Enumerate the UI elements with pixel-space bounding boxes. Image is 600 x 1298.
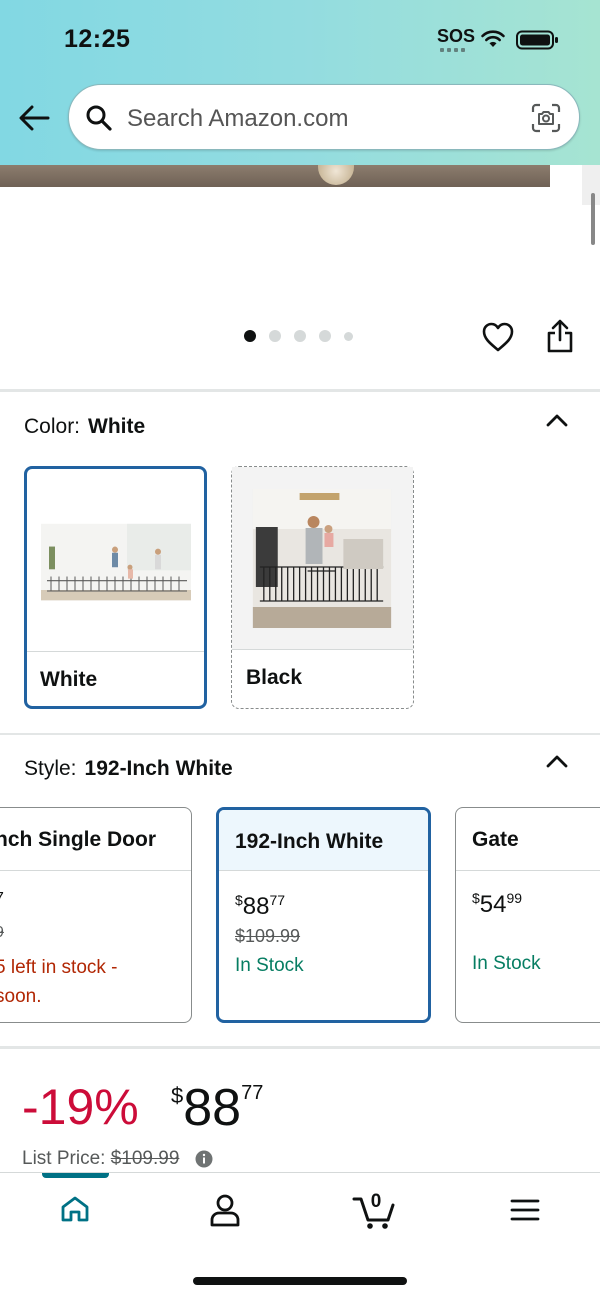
- swatch-label-white: White: [40, 668, 98, 691]
- style-option-header: Gate: [456, 808, 600, 871]
- nav-active-indicator: [42, 1173, 109, 1178]
- cart-button[interactable]: 0: [352, 1189, 398, 1236]
- color-swatch-black[interactable]: Black: [231, 466, 414, 709]
- style-option-list-price: 9: [0, 924, 4, 942]
- swatch-image-black: [232, 467, 413, 649]
- color-row-title: Color: White: [24, 415, 145, 439]
- discount-percent: -19%: [22, 1079, 139, 1135]
- style-option-stock: In Stock: [235, 955, 304, 976]
- carousel-dot[interactable]: [319, 330, 331, 342]
- style-row-title: Style: 192-Inch White: [24, 757, 233, 781]
- status-time: 12:25: [64, 25, 131, 53]
- product-image-bottom-edge[interactable]: [0, 165, 550, 187]
- style-option-price: 7: [0, 890, 4, 908]
- style-option-stock: 5 left in stock - soon.: [0, 953, 118, 1011]
- style-label: Style:: [24, 757, 77, 780]
- swatch-divider: [27, 651, 204, 652]
- style-option-header: 192-Inch White: [219, 810, 428, 871]
- chevron-up-icon[interactable]: [545, 412, 569, 428]
- carousel-dot[interactable]: [294, 330, 306, 342]
- battery-icon: [516, 30, 558, 50]
- deal-price: $8877: [171, 1079, 264, 1137]
- style-selected-value: 192-Inch White: [84, 757, 233, 780]
- scrollbar-thumb[interactable]: [591, 193, 595, 245]
- stock-line-2: soon.: [0, 986, 42, 1007]
- list-price-value: $109.99: [110, 1148, 180, 1169]
- color-selected-value: White: [88, 415, 146, 438]
- status-sos: SOS: [437, 26, 476, 46]
- search-bar[interactable]: Search Amazon.com: [68, 84, 580, 150]
- style-option-stock: In Stock: [472, 953, 541, 974]
- back-arrow-icon[interactable]: [18, 104, 50, 132]
- list-price-label: List Price:: [22, 1148, 106, 1169]
- style-option-name: nch Single Door: [0, 828, 157, 851]
- stock-line-1: 5 left in stock -: [0, 957, 118, 978]
- style-option-single-door[interactable]: nch Single Door 7 9 5 left in stock - so…: [0, 807, 192, 1023]
- bottom-navigation: 0: [0, 1172, 600, 1298]
- camera-scan-icon[interactable]: [531, 103, 561, 133]
- chevron-up-icon[interactable]: [545, 753, 569, 769]
- style-option-name: Gate: [472, 828, 519, 851]
- section-divider: [0, 1046, 600, 1049]
- swatch-label-black: Black: [246, 666, 303, 689]
- color-label: Color:: [24, 415, 81, 438]
- home-icon[interactable]: [60, 1195, 90, 1223]
- search-icon: [86, 105, 112, 131]
- color-swatch-white[interactable]: White: [24, 466, 207, 709]
- style-option-price: $5499: [472, 890, 523, 918]
- style-option-list-price: $109.99: [235, 926, 301, 946]
- top-header: 12:25 SOS Search Amazon.com: [0, 0, 600, 165]
- image-carousel-dots: [244, 330, 353, 342]
- account-icon[interactable]: [208, 1193, 242, 1227]
- style-option-gate[interactable]: Gate $5499 In Stock: [455, 807, 600, 1023]
- heart-icon[interactable]: [481, 321, 515, 353]
- style-option-name: 192-Inch White: [235, 830, 384, 853]
- info-icon[interactable]: [195, 1150, 213, 1168]
- home-indicator: [193, 1277, 407, 1285]
- section-divider: [0, 389, 600, 392]
- menu-icon[interactable]: [510, 1198, 540, 1222]
- share-icon[interactable]: [545, 318, 575, 354]
- style-option-header: nch Single Door: [0, 808, 191, 871]
- style-option-192-inch-white[interactable]: 192-Inch White $8877 $109.99 In Stock: [216, 807, 431, 1023]
- carousel-dot[interactable]: [344, 331, 353, 341]
- list-price: List Price: $109.99: [22, 1148, 179, 1170]
- search-input[interactable]: Search Amazon.com: [127, 105, 348, 133]
- cart-count: 0: [370, 1191, 382, 1212]
- section-divider: [0, 733, 600, 735]
- carousel-dot[interactable]: [244, 330, 256, 342]
- style-option-price: $8877: [235, 892, 286, 920]
- sos-signal-icon: [440, 48, 468, 52]
- swatch-divider: [232, 649, 413, 650]
- swatch-image-white: [41, 523, 191, 601]
- carousel-dot[interactable]: [269, 330, 281, 342]
- wifi-icon: [481, 30, 505, 47]
